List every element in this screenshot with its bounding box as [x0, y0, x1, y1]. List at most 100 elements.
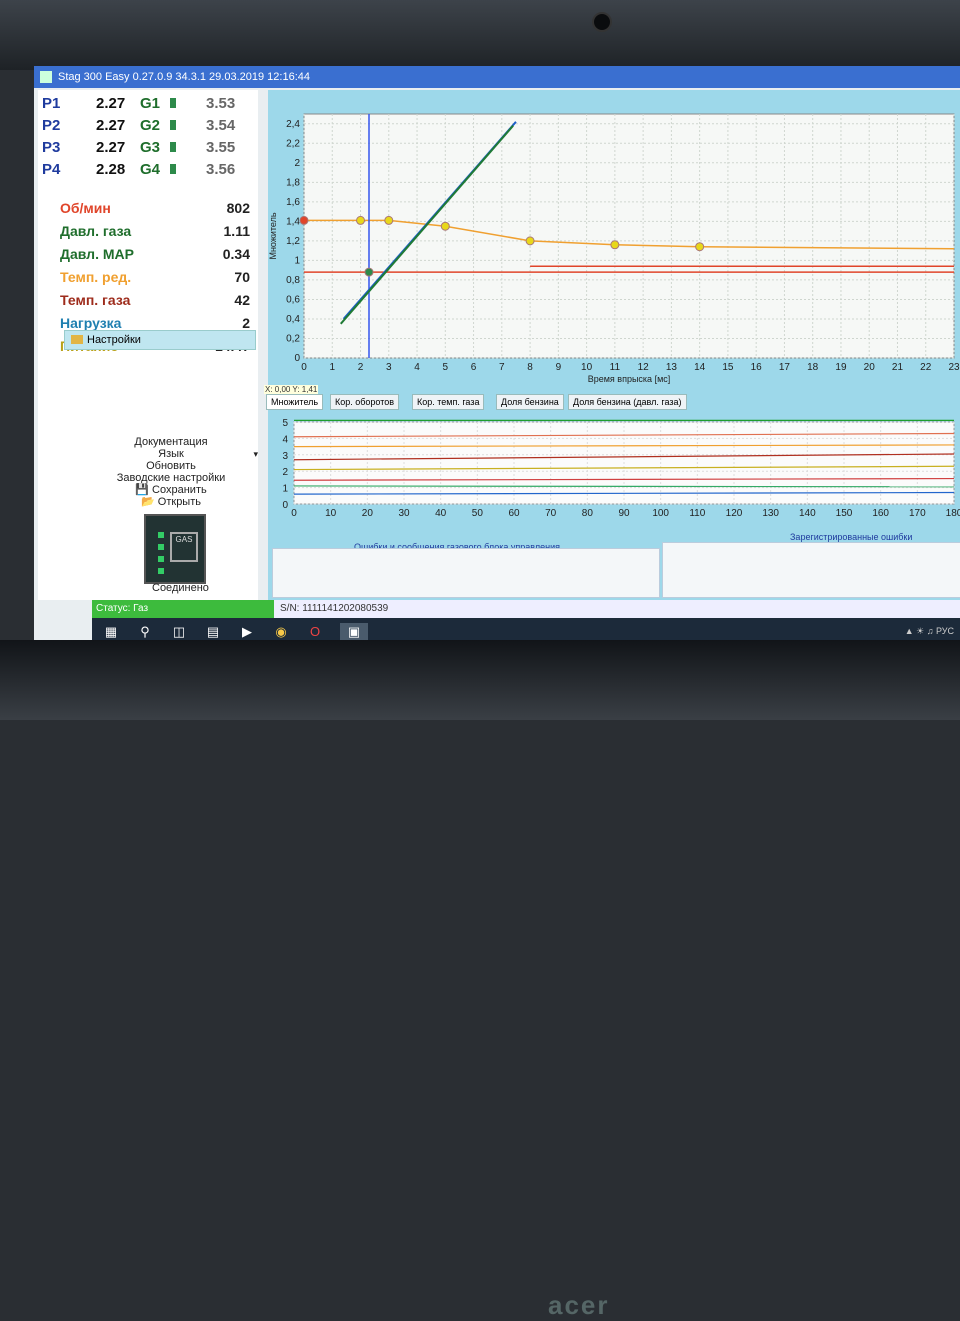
task-view-icon[interactable]: ◫ [170, 623, 188, 641]
oscilloscope-chart: 0 10 20 30 40 50 60 70 80 90 100 110 120 130 140 150 160… [282, 418, 960, 519]
stag-app-icon[interactable]: ▣ [340, 623, 368, 641]
x-tick-label: 1 [329, 362, 335, 373]
p3-value: 2.27 [96, 139, 126, 156]
curve-point [440, 221, 450, 231]
x-tick-label: 20 [864, 362, 876, 373]
x-tick-label: 8 [527, 362, 533, 373]
x-tick-label: 10 [581, 362, 593, 373]
screen: Stag 300 Easy 0.27.0.9 34.3.1 29.03.2019… [34, 66, 960, 646]
injector-icon [170, 98, 176, 108]
y-tick-label: 1 [282, 484, 288, 495]
x-tick-label: 10 [325, 508, 337, 519]
y-tick-label: 0,2 [286, 333, 300, 344]
p1-label: P1 [42, 95, 61, 112]
registered-errors-title: Зарегистрированные ошибки [790, 532, 913, 542]
x-tick-label: 140 [799, 508, 816, 519]
opera-icon[interactable]: O [306, 623, 324, 641]
tab-petrol-share[interactable]: Доля бензина [496, 394, 564, 410]
p4-value: 2.28 [96, 161, 126, 178]
y-tick-label: 2,2 [286, 138, 300, 149]
g2-value: 3.54 [206, 117, 236, 134]
y-tick-label: 1,2 [286, 236, 300, 247]
led-indicator [158, 544, 164, 550]
metric-label: Темп. газа [60, 292, 131, 308]
x-tick-label: 60 [508, 508, 520, 519]
folder-icon [71, 335, 83, 344]
window-title: Stag 300 Easy 0.27.0.9 34.3.1 29.03.2019… [58, 71, 310, 83]
g4-label: G4 [140, 161, 161, 178]
curve-point [384, 215, 394, 225]
registered-errors-list [662, 542, 960, 598]
x-tick-label: 6 [471, 362, 477, 373]
y-tick-label: 1 [294, 255, 300, 266]
tab-multiplier[interactable]: Множитель [266, 394, 324, 410]
injector-icon [170, 120, 176, 130]
save-button[interactable]: 💾 Сохранить [78, 484, 264, 496]
laptop-bezel-bottom: acer [0, 640, 960, 1320]
input-language[interactable]: РУС [936, 626, 954, 636]
metric-value: 1.11 [223, 223, 250, 239]
device-image: GAS [144, 514, 206, 584]
open-button[interactable]: 📂 Открыть [78, 496, 264, 508]
x-tick-label: 0 [301, 362, 307, 373]
x-tick-label: 80 [582, 508, 594, 519]
y-tick-label: 5 [282, 418, 288, 429]
x-tick-label: 90 [618, 508, 630, 519]
search-icon[interactable]: ⚲ [136, 623, 154, 641]
injector-icon [170, 164, 176, 174]
injector-icon [170, 142, 176, 152]
y-tick-label: 0 [282, 500, 288, 511]
y-tick-label: 2,4 [286, 119, 300, 130]
x-tick-label: 5 [443, 362, 449, 373]
x-tick-label: 21 [892, 362, 904, 373]
x-tick-label: 14 [694, 362, 706, 373]
x-tick-label: 12 [638, 362, 650, 373]
save-label: Сохранить [152, 484, 207, 496]
chrome-icon[interactable]: ◉ [272, 623, 290, 641]
x-tick-label: 2 [358, 362, 364, 373]
metric-label: Давл. газа [60, 223, 132, 239]
documentation-link[interactable]: Документация [78, 436, 264, 448]
led-indicator [158, 568, 164, 574]
y-tick-label: 0,6 [286, 294, 300, 305]
settings-label: Настройки [87, 334, 141, 346]
y-tick-label: 1,8 [286, 177, 300, 188]
g3-value: 3.55 [206, 139, 236, 156]
curve-point [695, 242, 705, 252]
curve-point [356, 215, 366, 225]
metric-reducer-temp: Темп. ред. 70 [60, 267, 250, 287]
errors-list [272, 548, 660, 598]
language-select[interactable]: Язык [78, 448, 264, 460]
settings-button[interactable]: Настройки [64, 330, 256, 350]
x-tick-label: 130 [762, 508, 779, 519]
x-tick-label: 22 [920, 362, 932, 373]
windows-start-icon[interactable]: ▦ [102, 623, 120, 641]
x-tick-label: 7 [499, 362, 505, 373]
x-tick-label: 15 [722, 362, 734, 373]
explorer-icon[interactable]: ▤ [204, 623, 222, 641]
metric-label: Темп. ред. [60, 269, 132, 285]
y-tick-label: 4 [282, 434, 288, 445]
metric-gas-temp: Темп. газа 42 [60, 290, 250, 310]
y-tick-label: 3 [282, 451, 288, 462]
title-bar: Stag 300 Easy 0.27.0.9 34.3.1 29.03.2019… [34, 66, 960, 88]
factory-settings-link[interactable]: Заводские настройки [78, 472, 264, 484]
tab-rpm-correction[interactable]: Кор. оборотов [330, 394, 400, 410]
g1-value: 3.53 [206, 95, 236, 112]
tab-petrol-share-gas-pressure[interactable]: Доля бензина (давл. газа) [568, 394, 687, 410]
multiplier-chart[interactable]: 0 1 2 3 4 5 6 7 8 9 10 11 12 13 14 15 16 17 18 19 20 21 22 2300… [268, 106, 960, 388]
g1-label: G1 [140, 95, 161, 112]
curve-point [364, 267, 374, 277]
y-tick-label: 0 [294, 353, 300, 364]
y-tick-label: 2 [294, 158, 300, 169]
p1-value: 2.27 [96, 95, 126, 112]
update-link[interactable]: Обновить [78, 460, 264, 472]
g4-value: 3.56 [206, 161, 236, 178]
media-icon[interactable]: ▶ [238, 623, 256, 641]
p2-value: 2.27 [96, 117, 126, 134]
x-tick-label: 18 [807, 362, 819, 373]
open-folder-icon: 📂 [141, 496, 158, 508]
signal-trace [293, 485, 955, 488]
metric-value: 42 [234, 292, 250, 308]
tab-gas-temp-correction[interactable]: Кор. темп. газа [412, 394, 485, 410]
